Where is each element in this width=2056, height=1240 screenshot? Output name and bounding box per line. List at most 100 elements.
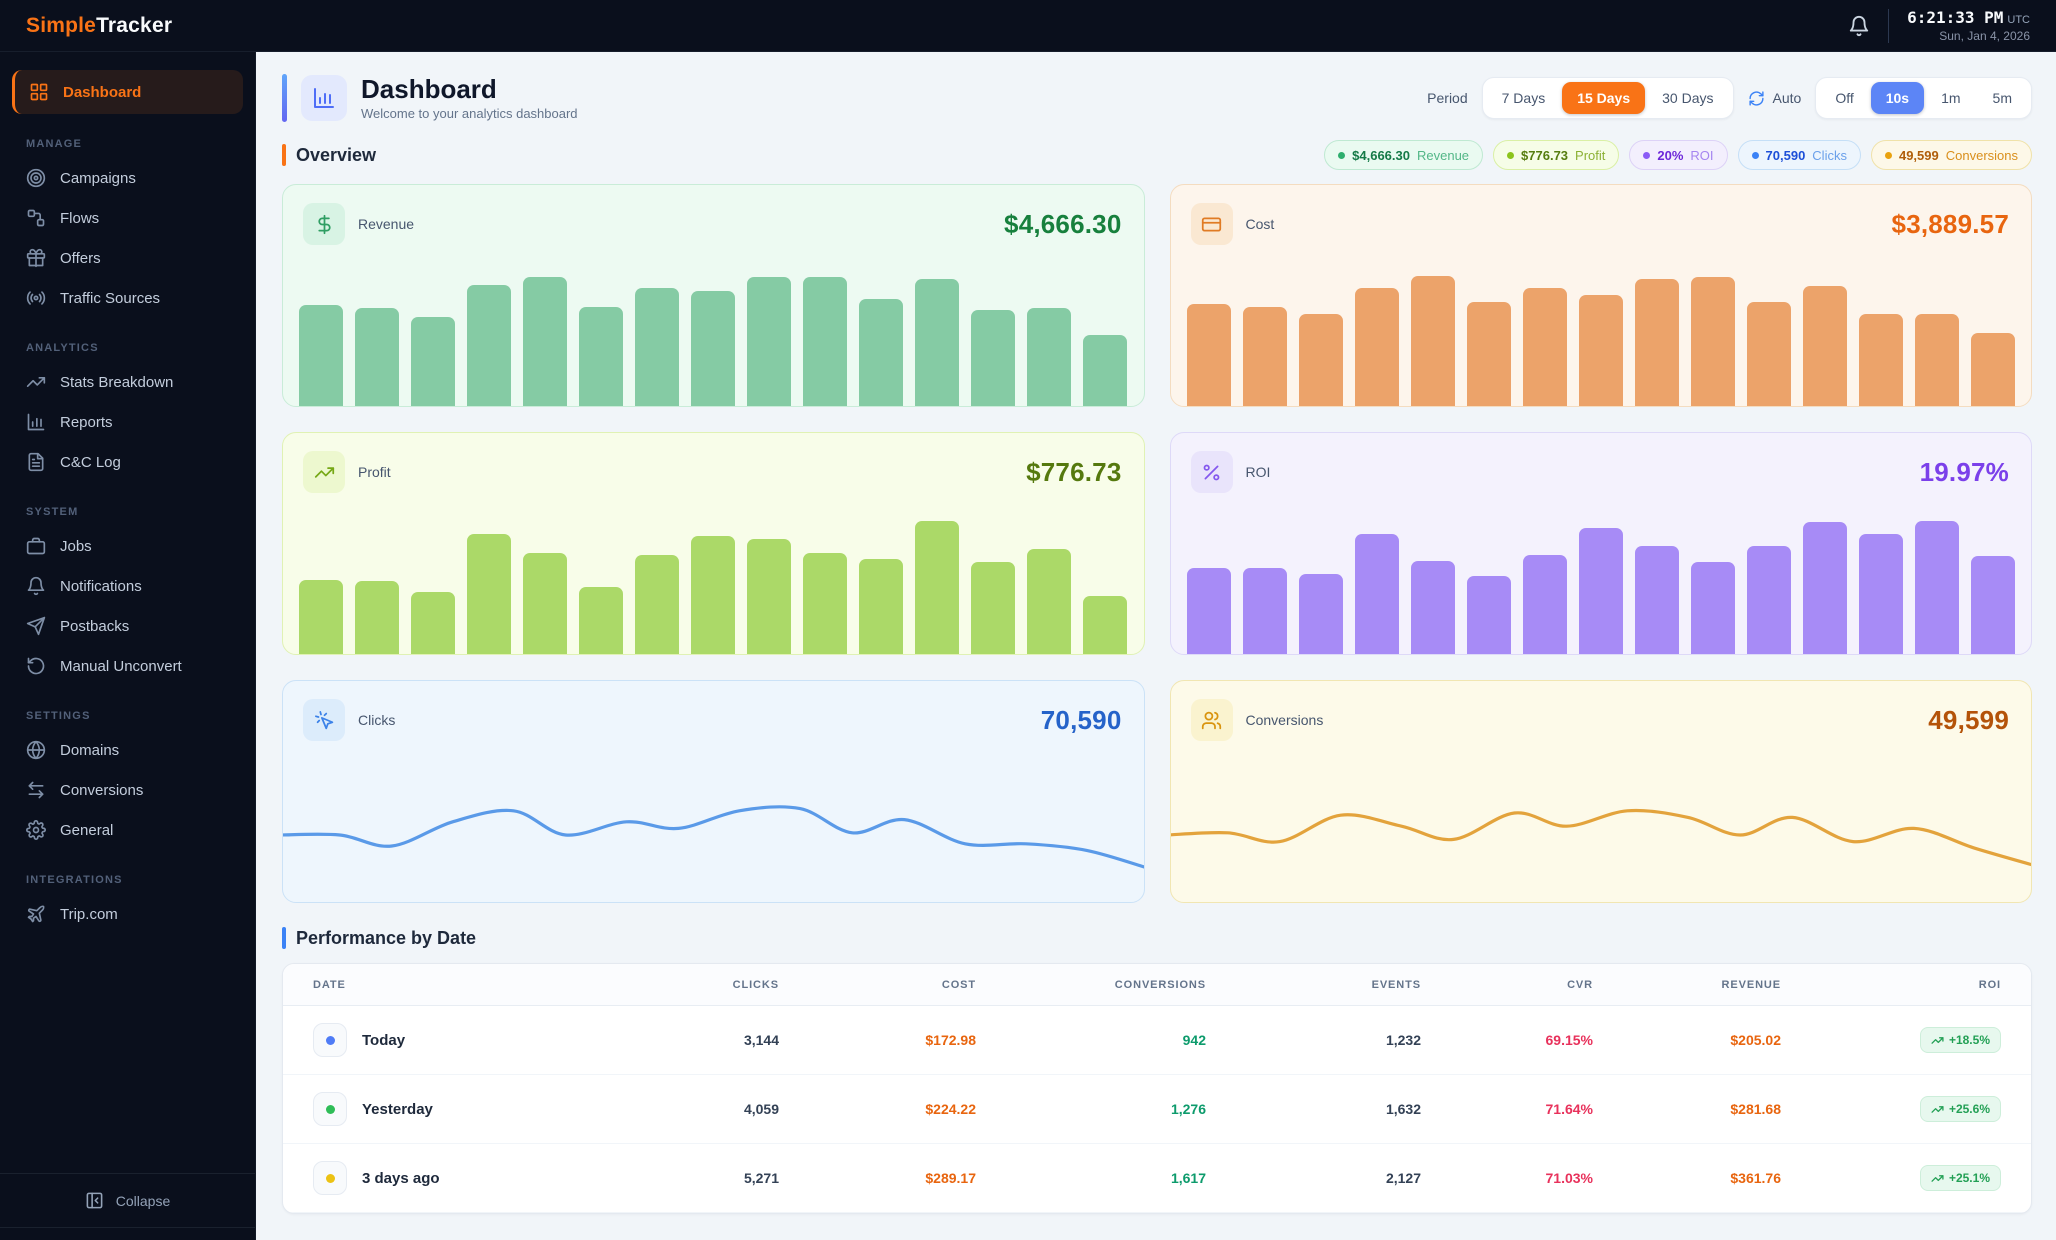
overview-title: Overview: [296, 145, 376, 166]
trending-up-icon: [1931, 1172, 1944, 1185]
overview-accent-bar: [282, 144, 286, 166]
cell-roi: +25.6%: [1949, 1102, 1990, 1116]
gift-icon: [26, 248, 46, 268]
globe-icon: [26, 740, 46, 760]
collapse-button[interactable]: Collapse: [0, 1173, 255, 1227]
chart-bar: [523, 277, 567, 406]
sidebar-item-reports[interactable]: Reports: [0, 402, 255, 442]
briefcase-icon: [26, 536, 46, 556]
period-option-15-days[interactable]: 15 Days: [1562, 82, 1645, 114]
sidebar-item-jobs[interactable]: Jobs: [0, 526, 255, 566]
card-value: $776.73: [1026, 457, 1121, 488]
chart-bar: [299, 580, 343, 654]
chart-bar: [635, 555, 679, 654]
column-header-date: DATE: [313, 979, 563, 991]
sidebar-item-traffic-sources[interactable]: Traffic Sources: [0, 278, 255, 318]
header-accent-bar: [282, 74, 287, 122]
roi-change-badge: +18.5%: [1920, 1027, 2001, 1053]
clock-time: 6:21:33 PM: [1907, 8, 2003, 27]
chart-bar: [1187, 304, 1231, 406]
dashboard-chart-icon: [301, 75, 347, 121]
refresh-option-10s[interactable]: 10s: [1871, 82, 1924, 114]
roi-card: ROI 19.97%: [1170, 432, 2033, 655]
chart-bar: [803, 277, 847, 406]
chart-bar: [1187, 568, 1231, 654]
section-label-settings: SETTINGS: [26, 710, 229, 722]
section-label-system: SYSTEM: [26, 506, 229, 518]
refresh-option-off[interactable]: Off: [1820, 82, 1868, 114]
period-option-7-days[interactable]: 7 Days: [1487, 82, 1561, 114]
trending-up-icon: [1931, 1103, 1944, 1116]
profit-badge: $776.73Profit: [1493, 140, 1619, 170]
chart-bar: [747, 539, 791, 654]
column-header-conversions: CONVERSIONS: [976, 979, 1206, 991]
chart-bar: [1579, 528, 1623, 654]
sidebar-item-label: Jobs: [60, 538, 92, 555]
badge-dot: [1643, 152, 1650, 159]
bell-icon[interactable]: [1848, 15, 1870, 37]
dashboard-grid-icon: [29, 82, 49, 102]
sidebar-item-dashboard[interactable]: Dashboard: [12, 70, 243, 114]
user-menu[interactable]: Test User: [0, 1227, 255, 1240]
badge-dot: [1885, 152, 1892, 159]
sidebar-item-general[interactable]: General: [0, 810, 255, 850]
chart-bar: [1579, 295, 1623, 406]
period-option-30-days[interactable]: 30 Days: [1647, 82, 1728, 114]
auto-label: Auto: [1773, 90, 1802, 106]
refresh-segment: Off 10s 1m 5m: [1815, 77, 2032, 119]
performance-table: DATE CLICKS COST CONVERSIONS EVENTS CVR …: [282, 963, 2032, 1214]
workflow-icon: [26, 208, 46, 228]
chart-bar: [1243, 307, 1287, 406]
sidebar: Dashboard MANAGE Campaigns Flows Offers …: [0, 52, 256, 1240]
chart-bar: [579, 587, 623, 654]
roi-change-badge: +25.1%: [1920, 1165, 2001, 1191]
sidebar-item-offers[interactable]: Offers: [0, 238, 255, 278]
card-label: ROI: [1246, 464, 1271, 480]
chart-bar: [1523, 288, 1567, 406]
cell-date: Today: [362, 1032, 405, 1049]
date-dot: [326, 1174, 335, 1183]
badge-value: $4,666.30: [1352, 148, 1410, 163]
chart-bar: [1971, 333, 2015, 406]
chart-bar: [803, 553, 847, 654]
roi-badge: 20%ROI: [1629, 140, 1727, 170]
roi-change-badge: +25.6%: [1920, 1096, 2001, 1122]
sidebar-item-label: C&C Log: [60, 454, 121, 471]
cell-roi: +18.5%: [1949, 1033, 1990, 1047]
card-value: 70,590: [1041, 705, 1122, 736]
sidebar-item-notifications[interactable]: Notifications: [0, 566, 255, 606]
chart-bar: [411, 592, 455, 654]
section-label-integrations: INTEGRATIONS: [26, 874, 229, 886]
sidebar-item-postbacks[interactable]: Postbacks: [0, 606, 255, 646]
sidebar-item-flows[interactable]: Flows: [0, 198, 255, 238]
profit-bar-chart: [299, 506, 1128, 654]
refresh-option-1m[interactable]: 1m: [1926, 82, 1975, 114]
sidebar-item-label: Flows: [60, 210, 99, 227]
chart-bar: [1635, 279, 1679, 406]
chart-bar: [1243, 568, 1287, 654]
chart-bar: [579, 307, 623, 406]
app-logo: SimpleTracker: [26, 14, 172, 38]
card-value: $3,889.57: [1892, 209, 2009, 240]
chart-bar: [1467, 576, 1511, 654]
chart-bar: [1747, 302, 1791, 406]
sidebar-item-manual-unconvert[interactable]: Manual Unconvert: [0, 646, 255, 686]
cell-conversions: 1,276: [976, 1101, 1206, 1117]
card-label: Revenue: [358, 216, 414, 232]
refresh-option-5m[interactable]: 5m: [1978, 82, 2027, 114]
sidebar-item-cc-log[interactable]: C&C Log: [0, 442, 255, 482]
cell-cost: $172.98: [779, 1032, 976, 1048]
sidebar-item-conversions[interactable]: Conversions: [0, 770, 255, 810]
column-header-cost: COST: [779, 979, 976, 991]
sidebar-item-label: Domains: [60, 742, 119, 759]
sidebar-item-domains[interactable]: Domains: [0, 730, 255, 770]
chart-bar: [691, 536, 735, 654]
cell-roi: +25.1%: [1949, 1171, 1990, 1185]
card-label: Conversions: [1246, 712, 1324, 728]
sidebar-item-stats-breakdown[interactable]: Stats Breakdown: [0, 362, 255, 402]
sidebar-item-campaigns[interactable]: Campaigns: [0, 158, 255, 198]
sidebar-item-trip-com[interactable]: Trip.com: [0, 894, 255, 934]
date-dot-chip: [313, 1161, 347, 1195]
performance-accent-bar: [282, 927, 286, 949]
date-dot-chip: [313, 1023, 347, 1057]
